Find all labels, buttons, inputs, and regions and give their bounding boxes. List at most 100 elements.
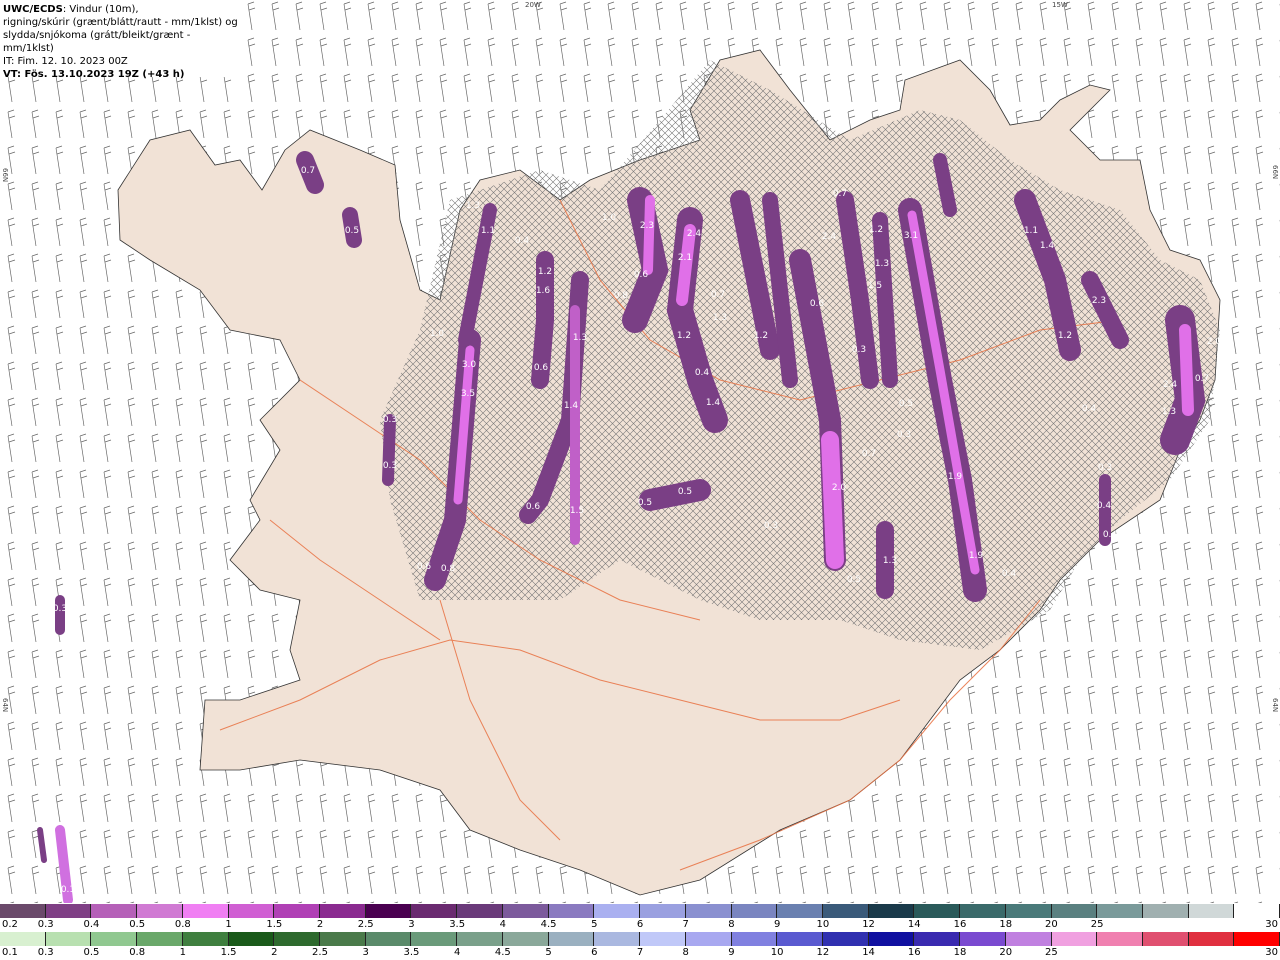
rain-scale-swatch (548, 932, 595, 946)
snow-scale-swatch (274, 904, 321, 918)
rain-scale-tick: 16 (907, 947, 921, 958)
snow-scale-swatch (640, 904, 686, 918)
precip-value-label: 1.0 (602, 213, 617, 223)
precip-value-label: 0.5 (345, 226, 359, 236)
rain-scale-swatch (960, 932, 1006, 946)
rain-scale-swatch (640, 932, 686, 946)
precip-value-label: 1.2 (1058, 331, 1072, 341)
precip-value-label: 1.3 (573, 333, 587, 343)
precip-value-label: 3.1 (904, 231, 918, 241)
rain-scale-swatch (685, 932, 732, 946)
header-line5: VT: Fös. 13.10.2023 19Z (+43 h) (3, 69, 185, 80)
rain-scale-swatch (91, 932, 138, 946)
rain-scale-tick: 0.8 (129, 947, 146, 958)
precip-value-label: 1.0 (430, 329, 445, 339)
rain-scale-tick: 1 (179, 947, 187, 958)
precip-value-label: 1.3 (713, 313, 727, 323)
rain-scale-swatch (137, 932, 183, 946)
precip-value-label: 1.3 (875, 259, 889, 269)
rain-scale-swatch (914, 932, 961, 946)
rain-scale-tick: 25 (1045, 947, 1058, 958)
snow-scale-swatch (91, 904, 138, 918)
rain-scale-tick: 20 (999, 947, 1013, 958)
precip-value-label: 1.4 (1040, 241, 1055, 251)
rain-scale-tick: 12 (816, 947, 830, 958)
snow-scale-swatch (868, 904, 915, 918)
snow-scale-tick: 8 (728, 919, 735, 930)
rain-scale-swatch (822, 932, 869, 946)
rain-scale-tick: 2 (271, 947, 278, 958)
rain-colorbar-ticks: 0.1 0.3 0.5 0.8 1 1.5 2 2.5 3 3.5 4 4.5 5 6 7 8 9 10 12 14 1… (0, 947, 1280, 959)
snow-scale-swatch (731, 904, 778, 918)
rain-scale-swatch (777, 932, 823, 946)
snow-scale-tick: 18 (999, 919, 1013, 930)
precip-value-label: 1.3 (466, 201, 480, 211)
precip-value-label: 0.3 (53, 604, 67, 614)
header-line1: : Vindur (10m), (62, 4, 139, 15)
rain-scale-tick: 3 (362, 947, 369, 958)
precip-value-label: 0.7 (862, 449, 876, 459)
precip-value-label: 1.5 (570, 506, 584, 516)
rain-scale-tick: 6 (591, 947, 598, 958)
snow-scale-swatch (457, 904, 503, 918)
rain-scale-tick: 0.1 (2, 947, 18, 958)
precip-value-label: 1.3 (883, 556, 897, 566)
precip-value-label: 1.4 (564, 401, 579, 411)
precip-value-label: 0.3 (764, 521, 778, 531)
snow-scale-swatch (228, 904, 275, 918)
precip-value-label: 1.2 (677, 331, 691, 341)
precip-value-label: 0.8 (441, 564, 456, 574)
snow-scale-swatch (137, 904, 183, 918)
rain-scale-swatch (228, 932, 275, 946)
precip-value-label: 0.4 (1002, 569, 1017, 579)
precip-value-label: 2.4 (687, 229, 702, 239)
rain-scale-swatch (594, 932, 641, 946)
rain-scale-tick: 2.5 (312, 947, 328, 958)
precip-value-label: 1.1 (481, 226, 495, 236)
snow-scale-tick: 30 (1265, 919, 1278, 930)
precip-value-label: 1.4 (706, 398, 721, 408)
precip-value-label: 0.3 (383, 415, 397, 425)
grid-label-66n-right: 66N (1271, 165, 1279, 180)
rain-scale-swatch (868, 932, 915, 946)
snow-scale-tick: 4 (499, 919, 507, 930)
snow-scale-tick: 12 (862, 919, 875, 930)
rain-scale-tick: 0.5 (83, 947, 100, 958)
precip-value-label: 0.3 (383, 461, 397, 471)
snow-scale-swatch (182, 904, 229, 918)
snow-scale-swatch (502, 904, 549, 918)
precip-value-label: 0.6 (534, 363, 549, 373)
rain-scale-swatch (457, 932, 503, 946)
rain-scale-swatch (1142, 932, 1189, 946)
precip-value-label: 2.4 (822, 232, 837, 242)
snow-scale-swatch (548, 904, 595, 918)
snow-scale-tick: 3.5 (449, 919, 466, 930)
rain-scale-tick: 10 (770, 947, 784, 958)
grid-label-66n-left: 66N (1, 168, 9, 183)
rain-scale-tick: 14 (862, 947, 875, 958)
snow-scale-swatch (914, 904, 961, 918)
snow-scale-swatch (960, 904, 1006, 918)
snow-scale-tick: 14 (907, 919, 921, 930)
precip-value-label: 0.8 (614, 291, 629, 301)
rain-scale-tick: 4 (453, 947, 461, 958)
header-line4: IT: Fim. 12. 10. 2023 00Z (3, 56, 128, 67)
grid-label-20w: 20W (525, 1, 541, 9)
precip-value-label: 2.3 (640, 221, 654, 231)
rain-scale-tick: 3.5 (403, 947, 420, 958)
snow-scale-tick: 0.4 (83, 919, 100, 930)
snow-scale-tick: 5 (591, 919, 598, 930)
precip-value-label: 0.6 (810, 299, 825, 309)
rain-scale-swatch (502, 932, 549, 946)
precip-value-label: 0.7 (711, 290, 725, 300)
rain-colorbar (0, 932, 1280, 946)
precip-value-label: 0.5 (847, 575, 861, 585)
snow-scale-tick: 3 (408, 919, 415, 930)
snow-scale-tick: 0.8 (174, 919, 191, 930)
snow-scale-tick: 10 (816, 919, 830, 930)
precip-value-label: 1.3 (1162, 407, 1176, 417)
product-name: UWC/ECDS (3, 4, 63, 15)
snow-colorbar (0, 904, 1280, 918)
rain-scale-swatch (274, 932, 321, 946)
snow-scale-swatch (1097, 904, 1143, 918)
